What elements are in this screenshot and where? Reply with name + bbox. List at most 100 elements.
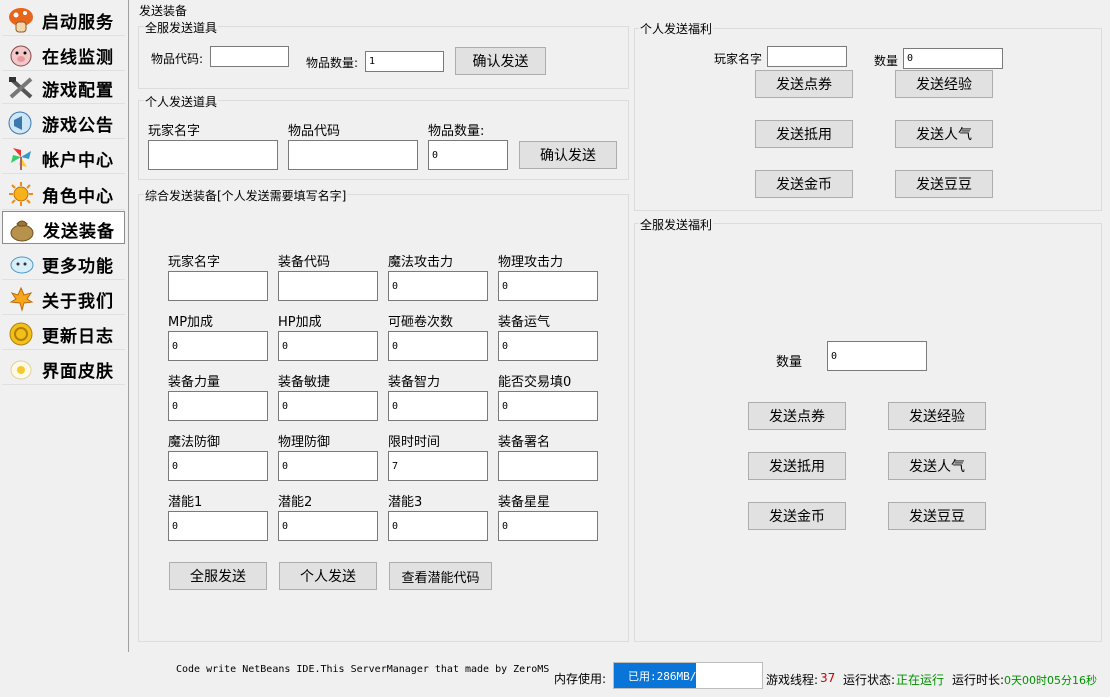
equipment-field-input[interactable] (278, 451, 378, 481)
memory-progress-bar: 已用:286MB/共:516MB (613, 662, 763, 689)
equipment-field-label: 装备敏捷 (278, 375, 331, 390)
equipment-field-input[interactable] (388, 271, 488, 301)
all-send-beans-button[interactable]: 发送豆豆 (888, 502, 986, 530)
equipment-field-input[interactable] (168, 451, 268, 481)
all-benefits-qty-input[interactable] (827, 341, 927, 371)
equipment-field-label: 魔法防御 (168, 435, 221, 450)
all-benefits-group (634, 223, 1102, 642)
equipment-field-input[interactable] (278, 331, 378, 361)
equipment-field-input[interactable] (498, 391, 598, 421)
threads-label: 游戏线程: (766, 673, 819, 687)
equipment-field-label: 装备署名 (498, 435, 551, 450)
equipment-field-label: 玩家名字 (168, 255, 221, 270)
sidebar-item-character-center[interactable]: 角色中心 (2, 177, 125, 210)
equipment-field-input[interactable] (498, 331, 598, 361)
personal-qty-input[interactable] (428, 140, 508, 170)
equipment-field-label: 装备星星 (498, 495, 551, 510)
send-personal-button[interactable]: 个人发送 (279, 562, 377, 590)
equipment-field-input[interactable] (498, 451, 598, 481)
sidebar-item-start-service[interactable]: 启动服务 (2, 3, 125, 36)
panel-title: 发送装备 (139, 4, 188, 18)
sidebar: 启动服务 在线监测 游戏配置 游戏公告 帐户中心 角色中心 发送装备 更多功能 … (0, 0, 127, 388)
equipment-field-label: 装备运气 (498, 315, 551, 330)
footer-credit: Code write NetBeans IDE.This ServerManag… (176, 664, 550, 675)
equipment-field-label: 潜能3 (388, 495, 423, 510)
all-send-gold-button[interactable]: 发送金币 (748, 502, 846, 530)
personal-code-input[interactable] (288, 140, 418, 170)
all-send-fame-button[interactable]: 发送人气 (888, 452, 986, 480)
personal-benefits-group (634, 28, 1102, 211)
equipment-field-input[interactable] (168, 511, 268, 541)
sidebar-item-label: 游戏公告 (42, 116, 114, 136)
personal-send-voucher-button[interactable]: 发送抵用 (755, 120, 853, 148)
sidebar-item-game-notice[interactable]: 游戏公告 (2, 106, 125, 139)
equipment-field-input[interactable] (278, 271, 378, 301)
sidebar-item-about-us[interactable]: 关于我们 (2, 282, 125, 315)
personal-send-beans-button[interactable]: 发送豆豆 (895, 170, 993, 198)
benefits-player-input[interactable] (767, 46, 847, 67)
sidebar-item-label: 更多功能 (42, 257, 114, 277)
all-items-qty-input[interactable] (365, 51, 444, 72)
uptime-label: 运行时长: (952, 673, 1005, 687)
personal-benefits-title: 个人发送福利 (639, 20, 714, 37)
equipment-field-input[interactable] (168, 391, 268, 421)
sidebar-item-label: 帐户中心 (42, 151, 114, 171)
all-send-points-button[interactable]: 发送点券 (748, 402, 846, 430)
equipment-field-input[interactable] (498, 271, 598, 301)
equipment-title: 综合发送装备[个人发送需要填写名字] (144, 187, 348, 204)
equipment-field-label: 物理攻击力 (498, 255, 564, 270)
sidebar-item-update-log[interactable]: 更新日志 (2, 317, 125, 350)
equipment-field-input[interactable] (388, 391, 488, 421)
personal-send-exp-button[interactable]: 发送经验 (895, 70, 993, 98)
equipment-field-input[interactable] (388, 331, 488, 361)
equipment-field-input[interactable] (498, 511, 598, 541)
benefits-qty-input[interactable] (903, 48, 1003, 69)
all-send-exp-button[interactable]: 发送经验 (888, 402, 986, 430)
personal-items-send-button[interactable]: 确认发送 (519, 141, 617, 169)
all-items-qty-label: 物品数量: (306, 56, 359, 70)
money-bag-icon (10, 220, 34, 242)
sidebar-item-label: 发送装备 (43, 222, 115, 242)
sidebar-item-account-center[interactable]: 帐户中心 (2, 141, 125, 174)
sidebar-item-ui-skin[interactable]: 界面皮肤 (2, 352, 125, 385)
all-items-code-input[interactable] (210, 46, 289, 67)
pig-icon (10, 45, 32, 67)
all-send-voucher-button[interactable]: 发送抵用 (748, 452, 846, 480)
send-all-button[interactable]: 全服发送 (169, 562, 267, 590)
equipment-field-label: 魔法攻击力 (388, 255, 454, 270)
equipment-field-label: 装备代码 (278, 255, 331, 270)
equipment-field-label: MP加成 (168, 315, 214, 330)
equipment-field-input[interactable] (168, 271, 268, 301)
equipment-field-label: 装备智力 (388, 375, 441, 390)
sidebar-item-send-equipment[interactable]: 发送装备 (2, 211, 125, 244)
equipment-field-input[interactable] (278, 391, 378, 421)
all-benefits-title: 全服发送福利 (639, 216, 714, 233)
equipment-field-input[interactable] (278, 511, 378, 541)
personal-send-points-button[interactable]: 发送点券 (755, 70, 853, 98)
equipment-field-label: HP加成 (278, 315, 322, 330)
equipment-field-label: 可砸卷次数 (388, 315, 454, 330)
equipment-field-input[interactable] (388, 451, 488, 481)
status-label: 运行状态: (843, 673, 896, 687)
tools-icon (9, 77, 33, 99)
personal-send-fame-button[interactable]: 发送人气 (895, 120, 993, 148)
personal-send-gold-button[interactable]: 发送金币 (755, 170, 853, 198)
sidebar-item-more-functions[interactable]: 更多功能 (2, 247, 125, 280)
all-items-code-label: 物品代码: (151, 52, 204, 66)
megaphone-icon (8, 111, 32, 135)
all-items-title: 全服发送道具 (144, 19, 219, 36)
sidebar-item-game-config[interactable]: 游戏配置 (2, 71, 125, 104)
sidebar-item-label: 启动服务 (42, 13, 114, 33)
all-items-send-button[interactable]: 确认发送 (455, 47, 546, 75)
sidebar-item-label: 角色中心 (42, 187, 114, 207)
pinwheel-icon (11, 148, 31, 170)
personal-code-label: 物品代码 (288, 124, 341, 139)
equipment-field-input[interactable] (388, 511, 488, 541)
personal-qty-label: 物品数量: (428, 124, 485, 139)
view-potential-code-button[interactable]: 查看潜能代码 (389, 562, 492, 590)
sidebar-item-online-monitor[interactable]: 在线监测 (2, 38, 125, 71)
sidebar-item-label: 界面皮肤 (42, 362, 114, 382)
equipment-field-input[interactable] (168, 331, 268, 361)
personal-player-input[interactable] (148, 140, 278, 170)
egg-icon (10, 360, 32, 380)
